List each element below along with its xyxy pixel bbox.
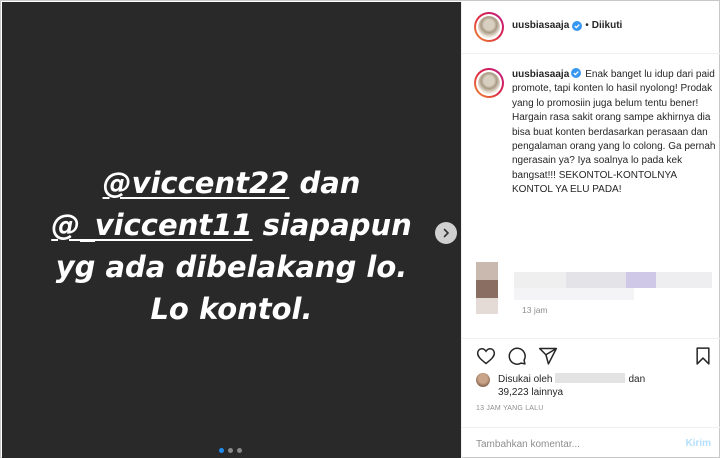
- story-line-2: @_viccent11 siapapun: [51, 208, 412, 242]
- post-header: uusbiasaaja • Diikuti: [462, 2, 720, 54]
- separator-dot: •: [585, 20, 589, 31]
- carousel-dot: [228, 448, 233, 453]
- avatar[interactable]: [474, 12, 504, 42]
- share-icon[interactable]: [538, 346, 558, 366]
- header-info: uusbiasaaja • Diikuti: [512, 20, 622, 31]
- blurred-text: [514, 288, 634, 300]
- blurred-avatar: [476, 280, 498, 298]
- blurred-text: [566, 272, 626, 288]
- story-line-4: Lo kontol.: [150, 292, 313, 326]
- post-modal: @viccent22 dan @_viccent11 siapapun yg a…: [0, 0, 720, 458]
- likes-count-link[interactable]: 39,223 lainnya: [498, 387, 563, 398]
- chevron-right-icon: [443, 228, 450, 238]
- avatar[interactable]: [474, 68, 504, 98]
- story-line-1: @viccent22 dan: [102, 166, 361, 200]
- post-media[interactable]: @viccent22 dan @_viccent11 siapapun yg a…: [2, 2, 461, 458]
- comment-icon[interactable]: [507, 346, 527, 366]
- blurred-avatar: [476, 298, 498, 314]
- carousel-dot: [219, 448, 224, 453]
- mention-link: @_viccent11: [51, 208, 253, 242]
- post-timestamp[interactable]: 13 JAM YANG LALU: [476, 405, 544, 412]
- avatar[interactable]: [476, 373, 490, 387]
- verified-badge-icon: [571, 68, 582, 78]
- carousel-dot: [237, 448, 242, 453]
- liked-by-line: Disukai oleh dan: [498, 373, 646, 385]
- story-text: @viccent22 dan @_viccent11 siapapun yg a…: [2, 162, 461, 330]
- follow-status-button[interactable]: Diikuti: [592, 20, 623, 31]
- username-link[interactable]: uusbiasaaja: [512, 20, 569, 31]
- send-button[interactable]: Kirim: [685, 438, 711, 449]
- heart-icon[interactable]: [476, 346, 496, 366]
- story-line-3: yg ada dibelakang lo.: [55, 250, 408, 284]
- blurred-username[interactable]: [555, 373, 626, 383]
- blurred-comment: [470, 258, 718, 322]
- blurred-text: [626, 272, 656, 288]
- add-comment-bar: Kirim: [462, 427, 720, 458]
- mention-link: @viccent22: [102, 166, 290, 200]
- carousel-indicator: [219, 448, 242, 453]
- next-slide-button[interactable]: [435, 222, 457, 244]
- verified-badge-icon: [572, 20, 583, 31]
- bookmark-icon[interactable]: [693, 346, 713, 366]
- blurred-text: [656, 272, 712, 288]
- caption-username[interactable]: uusbiasaaja: [512, 69, 569, 80]
- caption-text-block: uusbiasaaja Enak banget lu idup dari paid…: [512, 68, 717, 198]
- blurred-avatar: [476, 262, 498, 280]
- caption-text: Enak banget lu idup dari paid promote, t…: [512, 69, 716, 196]
- post-sidebar: uusbiasaaja • Diikuti uusbiasaaja Enak ba…: [461, 2, 720, 458]
- comment-input[interactable]: [476, 436, 666, 452]
- blurred-text: [514, 272, 566, 288]
- action-bar: [462, 338, 720, 372]
- likes-summary: Disukai oleh dan 39,223 lainnya: [476, 371, 716, 401]
